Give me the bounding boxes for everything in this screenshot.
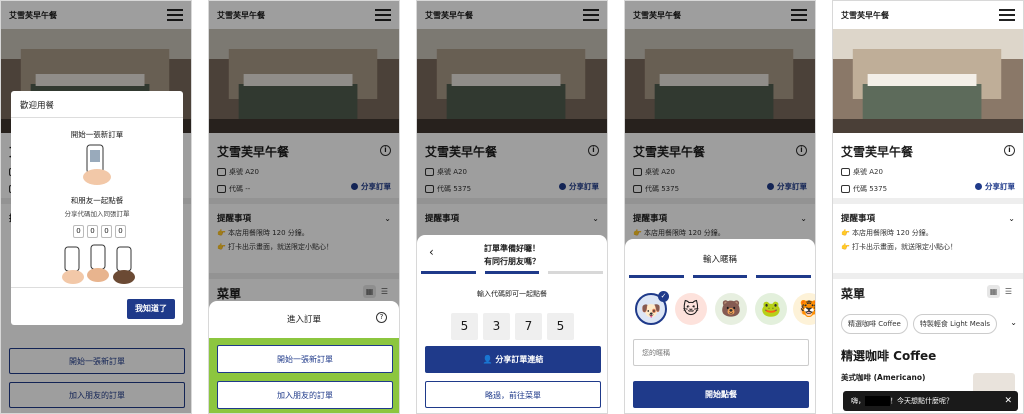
redacted-name (865, 396, 890, 406)
toast-message: ！今天想點什麼呢？ (890, 397, 953, 405)
screen-nickname: 艾雪芙早午餐 艾雪芙早午餐 i 桌號 A20 代碼 5375 分享訂單 提醒事項… (624, 0, 816, 414)
notice-section: 提醒事項 ⌄ 👉 本店用餐限時 120 分鐘。 👉 打卡出示畫面，就送限定小點心… (833, 206, 1023, 258)
sheet-title-line2: 有同行朋友嗎？ (484, 257, 540, 266)
store-title: 艾雪芙早午餐 (841, 145, 914, 159)
help-icon[interactable]: ? (376, 312, 387, 323)
new-order-heading: 開始一張新訂單 (70, 130, 124, 139)
user-add-icon (975, 183, 982, 190)
menu-item-name[interactable]: 美式咖啡 (Americano) (841, 372, 925, 383)
enter-order-sheet: 進入訂單 ? 開始一張新訂單 加入朋友的訂單 (209, 301, 399, 413)
lock-icon (841, 185, 850, 193)
notice-title: 提醒事項 (841, 214, 876, 224)
store-photo (833, 29, 1023, 133)
friends-heading: 和朋友一起點餐 (70, 196, 124, 205)
order-code: 代碼 5375 (853, 185, 888, 193)
notice-line: 👉 本店用餐限時 120 分鐘。 (841, 229, 933, 237)
sheet-title: 進入訂單 (286, 315, 321, 325)
got-it-button[interactable]: 我知道了 (127, 299, 175, 319)
notice-line: 👉 打卡出示畫面，就送限定小點心！ (841, 243, 957, 251)
share-link-button[interactable]: 👤 分享訂單連結 (425, 346, 601, 373)
chevron-down-icon[interactable]: ⌄ (1007, 318, 1017, 327)
grid-view-icon[interactable]: ▦ (987, 285, 1000, 298)
avatar-frog[interactable]: 🐸 (755, 293, 787, 325)
skip-to-menu-button[interactable]: 略過，前往菜單 (425, 381, 601, 408)
share-order-button[interactable]: 分享訂單 (975, 181, 1015, 192)
screen-welcome: 艾雪芙早午餐 艾雪芙早午餐 i 桌號 A20 代碼 -- 分享訂單 提醒事項 開… (0, 0, 192, 414)
category-heading: 精選咖啡 Coffee (841, 349, 937, 363)
share-order-label: 分享訂單 (985, 182, 1015, 191)
top-bar: 艾雪芙早午餐 (833, 1, 1023, 29)
brand-logo: 艾雪芙早午餐 (841, 10, 889, 20)
close-icon[interactable]: ✕ (1004, 391, 1012, 411)
code-box: 0 (115, 225, 126, 238)
chevron-down-icon[interactable]: ⌄ (1008, 214, 1015, 223)
menu-header: 菜單 ▦ ☰ (833, 281, 1023, 306)
screen-enter-order: 艾雪芙早午餐 艾雪芙早午餐 i 桌號 A20 代碼 -- 分享訂單 提醒事項 ⌄… (208, 0, 400, 414)
hamburger-menu-icon[interactable] (999, 9, 1015, 21)
category-chip[interactable]: 精選咖啡 Coffee (841, 314, 908, 334)
check-icon: ✓ (658, 291, 669, 302)
code-digit: 7 (515, 313, 542, 340)
greeting-toast: 嗨， ！今天想點什麼呢？ ✕ (843, 391, 1018, 411)
join-friend-order-button[interactable]: 加入朋友的訂單 (217, 381, 393, 409)
table-icon (841, 168, 850, 176)
dialog-title: 歡迎用餐 (20, 101, 55, 111)
avatar-cat[interactable]: 🐱 (675, 293, 707, 325)
screen-order-ready: 艾雪芙早午餐 艾雪芙早午餐 i 桌號 A20 代碼 5375 分享訂單 提醒事項… (416, 0, 608, 414)
nickname-input[interactable] (633, 339, 809, 366)
toast-prefix: 嗨， (851, 397, 865, 405)
table-number: 桌號 A20 (853, 168, 883, 176)
start-ordering-button[interactable]: 開始點餐 (633, 381, 809, 408)
category-chips: 精選咖啡 Coffee 特製輕食 Light Meals (841, 314, 1002, 334)
sheet-title: 輸入暱稱 (702, 255, 737, 265)
info-icon[interactable]: i (1004, 145, 1015, 156)
sheet-title-line1: 訂單準備好囉！ (484, 244, 540, 253)
code-digit: 3 (483, 313, 510, 340)
code-box: 0 (101, 225, 112, 238)
screen-menu: 艾雪芙早午餐 艾雪芙早午餐 i 桌號 A20 代碼 5375 分享訂單 提醒事項… (832, 0, 1024, 414)
code-digit: 5 (451, 313, 478, 340)
share-hint: 分享代碼加入同張訂單 (64, 210, 130, 218)
screens-strip: 艾雪芙早午餐 艾雪芙早午餐 i 桌號 A20 代碼 -- 分享訂單 提醒事項 開… (0, 0, 1024, 414)
start-new-order-button[interactable]: 開始一張新訂單 (217, 345, 393, 373)
list-view-icon[interactable]: ☰ (1002, 285, 1015, 298)
code-hint: 輸入代碼即可一起點餐 (477, 290, 547, 298)
avatar-bear[interactable]: 🐻 (715, 293, 747, 325)
code-digit: 5 (547, 313, 574, 340)
welcome-dialog: 歡迎用餐 開始一張新訂單 和朋友一起點餐 分享代碼加入同張訂單 0 0 0 0 … (11, 91, 183, 325)
user-add-icon: 👤 (482, 355, 496, 364)
code-box: 0 (87, 225, 98, 238)
phone-hand-illustration (83, 144, 111, 185)
category-chip[interactable]: 特製輕食 Light Meals (912, 314, 997, 334)
store-info: 艾雪芙早午餐 i 桌號 A20 代碼 5375 分享訂單 (833, 133, 1023, 198)
group-phones-illustration (62, 244, 135, 284)
share-link-label: 分享訂單連結 (495, 355, 544, 364)
code-box: 0 (73, 225, 84, 238)
